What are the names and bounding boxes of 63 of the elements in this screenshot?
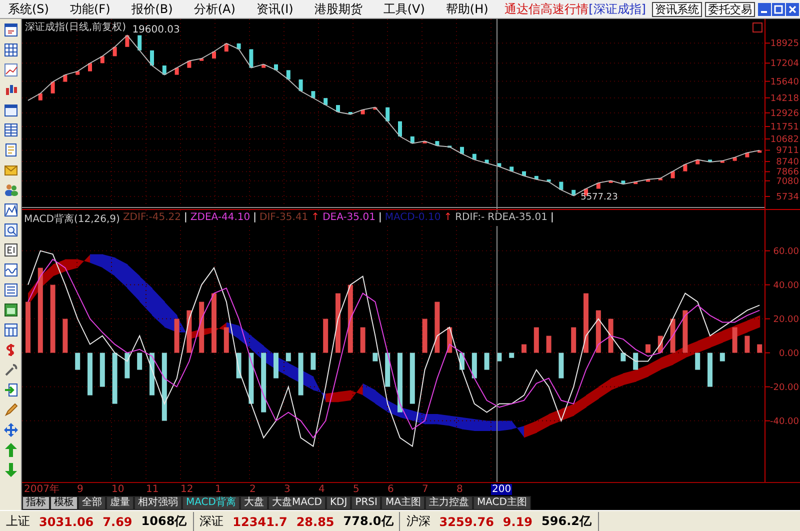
- axis-label: 20.00: [773, 314, 799, 325]
- min-price-label: 5577.23: [580, 192, 618, 203]
- axis-label: 18925: [770, 39, 799, 50]
- date-label: 2007年: [24, 484, 60, 495]
- market-name: 上证: [6, 513, 30, 530]
- market-name: 深证: [200, 513, 224, 530]
- turnover-value: 596.2亿: [542, 513, 592, 530]
- legend-item: ↑: [444, 212, 452, 225]
- turnover-value: 778.0亿: [343, 513, 394, 530]
- legend-item: MACD背离(12,26,9): [24, 212, 120, 226]
- turnover-value: 1068亿: [141, 513, 187, 530]
- axis-label: 8740: [776, 158, 799, 168]
- axis-label: 14218: [770, 94, 799, 104]
- date-label: 2: [250, 484, 256, 495]
- legend-item: |: [550, 212, 554, 225]
- axis-label: 40.00: [773, 280, 799, 291]
- legend-item: ↑: [311, 212, 320, 225]
- legend-item: ZDIF:-45.22: [122, 212, 182, 225]
- axis-label: 15640: [770, 77, 799, 88]
- date-label: 7: [422, 484, 428, 495]
- date-label: 3: [284, 484, 290, 495]
- date-label: 6: [388, 484, 394, 495]
- index-value: 3031.06: [39, 514, 94, 528]
- axis-label: 7866: [776, 168, 799, 178]
- axis-label: 60.00: [773, 246, 799, 257]
- max-price-label: 19600.03: [132, 24, 180, 36]
- axis-label: 12926: [770, 108, 799, 119]
- legend-item: ZDEA-44.10: [190, 212, 250, 225]
- date-label: 9: [77, 484, 84, 495]
- app-title: 通达信高速行情: [504, 0, 589, 18]
- date-label: 1: [215, 484, 222, 495]
- index-change: 7.69: [102, 514, 132, 528]
- legend-item: DIF-35.41: [260, 212, 308, 225]
- legend-item: |: [253, 212, 257, 225]
- index-value: 3259.76: [439, 514, 494, 528]
- legend-item: DEA-35.01: [322, 212, 376, 225]
- market-label: [深证成指]: [588, 0, 646, 18]
- axis-label: 17204: [770, 59, 799, 70]
- legend-item: RDEA-35.01: [488, 212, 548, 225]
- axis-label: -40.00: [770, 416, 799, 427]
- index-value: 12341.7: [232, 514, 288, 528]
- axis-label: 11751: [770, 122, 799, 133]
- legend-item: RDIF:-: [455, 212, 485, 225]
- date-label: 5: [353, 484, 360, 495]
- legend-item: |: [378, 212, 382, 225]
- legend-item: MACD-0.10: [384, 212, 441, 225]
- date-label: 4: [318, 484, 325, 495]
- axis-label: 9711: [776, 146, 799, 156]
- date-label: 11: [146, 484, 159, 495]
- axis-label: -20.00: [770, 382, 799, 393]
- axis-label: 5734: [776, 192, 799, 202]
- legend-item: |: [184, 212, 188, 225]
- axis-label: 7080: [776, 176, 799, 187]
- date-label: 12: [180, 484, 194, 495]
- axis-label: 10682: [770, 134, 799, 145]
- cursor-date-label: 200: [491, 484, 512, 495]
- date-label: 10: [112, 484, 124, 495]
- market-name: 沪深: [406, 513, 430, 530]
- axis-label: 0.00: [778, 348, 799, 359]
- date-label: 8: [456, 484, 463, 495]
- index-change: 9.19: [502, 514, 533, 528]
- chart-title: 深证成指(日线,前复权): [25, 22, 126, 33]
- index-change: 28.85: [296, 514, 334, 528]
